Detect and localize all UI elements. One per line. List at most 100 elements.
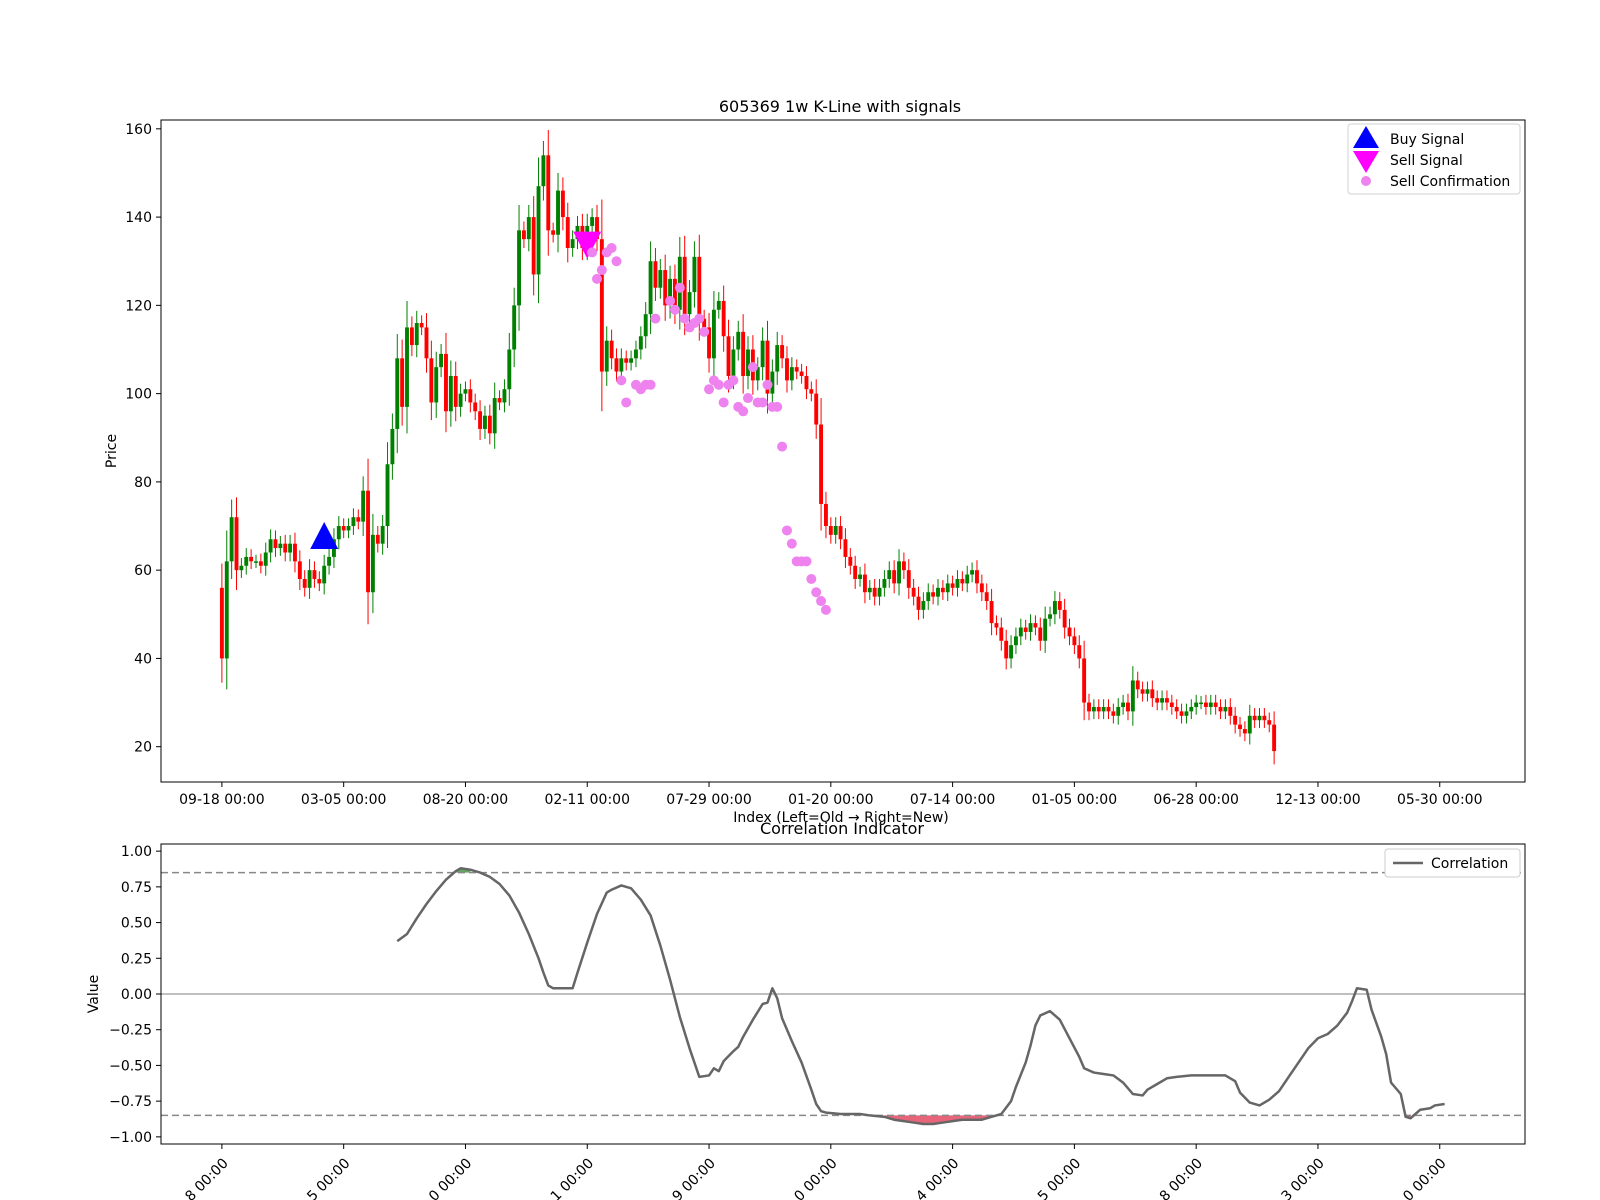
candle-body xyxy=(906,570,911,588)
candle-body xyxy=(614,358,619,372)
candle-body xyxy=(400,358,405,407)
candle-body xyxy=(1242,729,1247,734)
candle-body xyxy=(809,389,814,394)
candle-body xyxy=(1160,698,1165,703)
candle-body xyxy=(546,155,551,231)
candle-body xyxy=(1067,627,1072,637)
sell-confirmation-point xyxy=(645,379,656,390)
candle-body xyxy=(843,539,848,557)
candle-body xyxy=(1033,623,1038,628)
candle-body xyxy=(1028,623,1033,632)
candle-body xyxy=(1101,706,1106,712)
candle-body xyxy=(648,261,653,315)
candle-body xyxy=(862,574,867,593)
candle-body xyxy=(317,578,322,584)
sell-confirmation-point xyxy=(611,256,622,267)
candle-body xyxy=(780,345,785,359)
candle-body xyxy=(1262,715,1267,721)
candle-body xyxy=(965,574,970,584)
candle-body xyxy=(799,371,804,376)
candle-body xyxy=(619,358,624,372)
candle-body xyxy=(1004,640,1009,659)
candle-body xyxy=(858,574,862,579)
sell-confirmation-point xyxy=(669,304,680,315)
candle-body xyxy=(789,367,794,381)
candle-body xyxy=(263,552,268,566)
correlation-panel: Correlation Indicator 1.00 0.75 0.50 0.25 0.… xyxy=(86,819,1526,1200)
candle-body xyxy=(254,561,258,563)
y-tick-label: −0.50 xyxy=(109,1058,152,1074)
candle-body xyxy=(741,331,746,376)
x-tick-label: 06-28 00:00 xyxy=(1153,792,1238,808)
sell-confirmation-point xyxy=(591,273,602,284)
candle-body xyxy=(979,583,984,593)
x-tick-label: 8 00:00 xyxy=(1157,1156,1206,1200)
sell-confirmation-point xyxy=(781,525,792,536)
sell-confirmation-point xyxy=(713,379,724,390)
sell-confirmation-point xyxy=(596,265,607,276)
y-tick-label: −1.00 xyxy=(109,1130,152,1146)
x-tick-label: 9 00:00 xyxy=(670,1156,719,1200)
candle-body xyxy=(1048,614,1052,619)
x-tick-label: 01-05 00:00 xyxy=(1032,792,1117,808)
candle-body xyxy=(1184,711,1189,716)
candle-body xyxy=(405,327,409,407)
candle-body xyxy=(234,517,239,571)
candle-body xyxy=(1155,698,1160,703)
x-tick-label: 1 00:00 xyxy=(548,1156,597,1200)
candle-body xyxy=(775,345,780,372)
candle-body xyxy=(833,526,838,535)
candle-body xyxy=(692,256,697,293)
y-tick-label: 0.00 xyxy=(121,987,152,1003)
candle-body xyxy=(1023,627,1028,632)
candle-body xyxy=(551,230,556,235)
candle-body xyxy=(590,217,595,226)
candle-body xyxy=(1077,645,1082,659)
candle-body xyxy=(721,300,726,337)
y-tick-label: 80 xyxy=(134,475,152,491)
y-tick-label: 140 xyxy=(125,210,152,226)
correlation-legend: Correlation xyxy=(1384,848,1521,878)
x-tick-label: 08-20 00:00 xyxy=(423,792,508,808)
candle-body xyxy=(711,309,716,359)
candle-body xyxy=(1140,689,1145,694)
legend-label: Buy Signal xyxy=(1390,132,1464,148)
y-tick-label: 1.00 xyxy=(121,844,152,860)
candle-body xyxy=(975,570,979,584)
candle-body xyxy=(1223,706,1228,712)
candle-body xyxy=(297,561,302,579)
candle-body xyxy=(887,570,892,579)
candle-body xyxy=(239,565,244,571)
sell-confirmation-point xyxy=(694,313,705,324)
candle-body xyxy=(312,570,317,579)
candle-body xyxy=(970,570,975,575)
sell-confirmation-point xyxy=(772,401,783,412)
y-tick-label: −0.25 xyxy=(109,1023,152,1039)
candle-body xyxy=(283,543,288,553)
candle-body xyxy=(629,358,634,363)
candle-body xyxy=(526,217,531,240)
correlation-x-axis: 8 00:00 5 00:00 0 00:00 1 00:00 9 00:00 0 00:… xyxy=(182,1144,1450,1200)
candle-body xyxy=(390,428,395,465)
candle-body xyxy=(1189,706,1194,712)
candle-body xyxy=(1043,618,1048,641)
x-tick-label: 3 00:00 xyxy=(1279,1156,1328,1200)
sell-confirmation-point xyxy=(606,242,617,253)
candle-body xyxy=(1199,702,1203,705)
candle-body xyxy=(936,587,940,597)
sell-confirmation-point xyxy=(587,247,598,258)
sell-confirmation-point xyxy=(820,604,831,615)
x-tick-label: 0 00:00 xyxy=(791,1156,840,1200)
kline-title: 605369 1w K-Line with signals xyxy=(719,97,961,116)
candle-body xyxy=(1257,715,1262,721)
candle-body xyxy=(819,424,824,504)
candle-body xyxy=(1218,706,1223,712)
legend-label: Correlation xyxy=(1431,856,1508,872)
candle-body xyxy=(638,336,643,350)
candle-body xyxy=(409,327,414,346)
candle-body xyxy=(1179,711,1184,716)
candle-body xyxy=(794,367,799,372)
sell-confirmation-point xyxy=(777,441,788,452)
sell-confirmation-point xyxy=(699,326,710,337)
candle-body xyxy=(224,561,229,659)
